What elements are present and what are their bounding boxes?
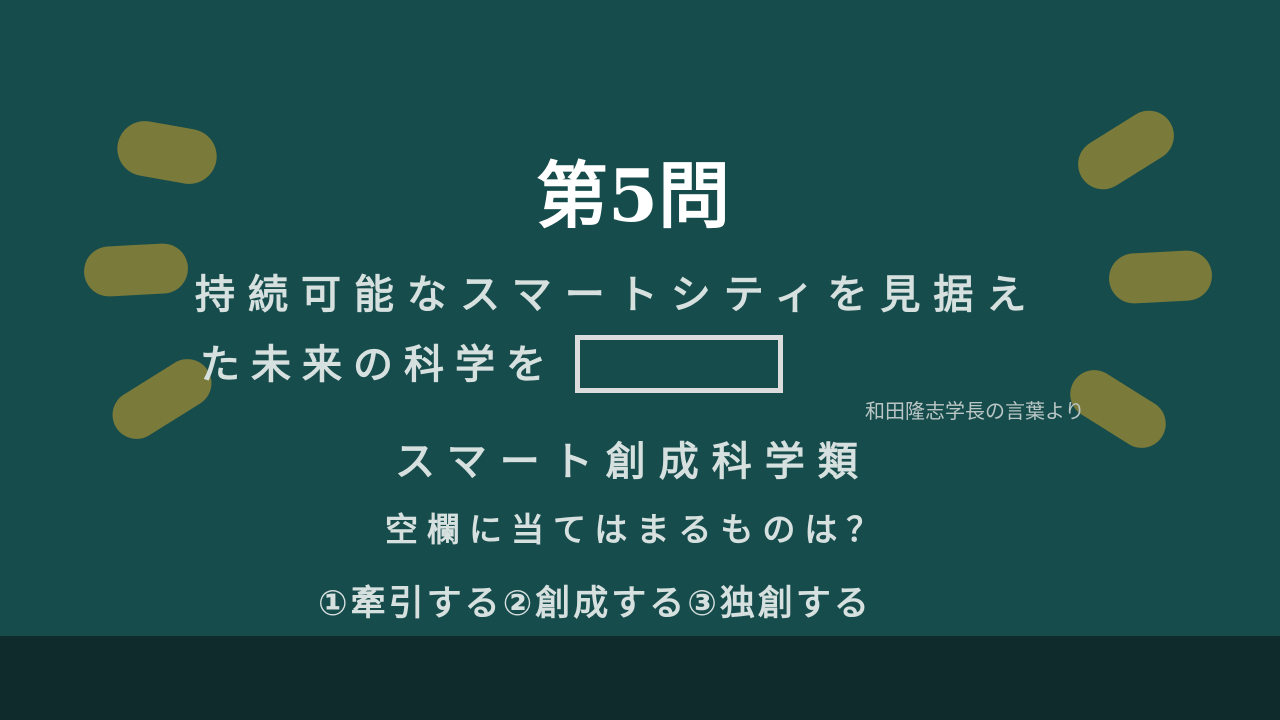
answer-options: ①牽引する②創成する③独創する bbox=[318, 584, 872, 624]
question-line-1: 持続可能なスマートシティを見据え bbox=[195, 272, 1040, 318]
question-prompt: 空欄に当てはまるものは？ bbox=[385, 510, 889, 549]
decor-blob bbox=[82, 242, 190, 298]
question-line-2: た未来の科学を bbox=[200, 342, 557, 388]
decor-blob bbox=[1107, 249, 1214, 305]
attribution: 和田隆志学長の言葉より bbox=[865, 399, 1085, 423]
answer-blank-box bbox=[575, 335, 783, 393]
slide-title: 第5問 bbox=[535, 153, 731, 238]
department-name: スマート創成科学類 bbox=[395, 439, 871, 485]
bottom-band bbox=[0, 636, 1280, 720]
